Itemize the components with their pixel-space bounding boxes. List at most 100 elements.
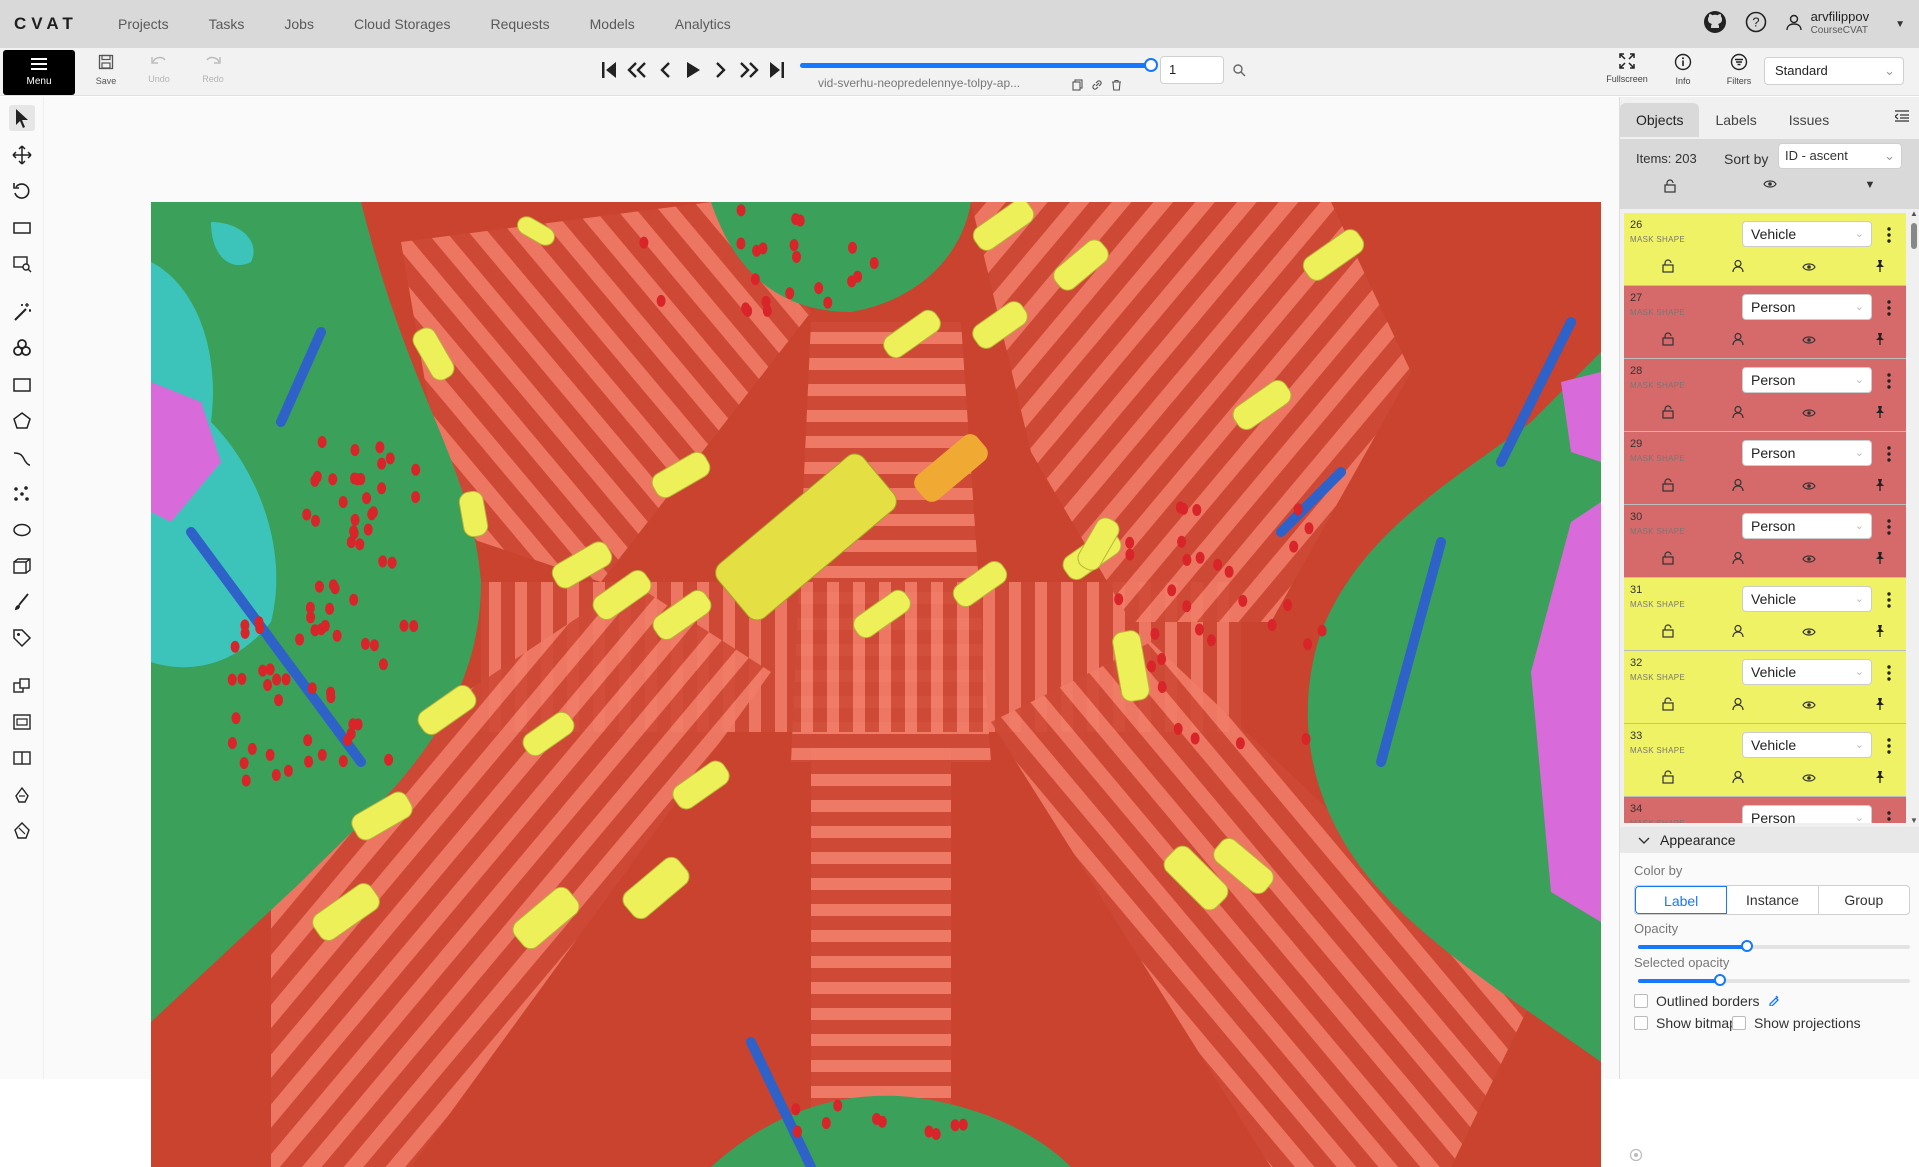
cursor-icon[interactable] (9, 105, 35, 131)
nav-projects[interactable]: Projects (98, 16, 189, 32)
person-mask[interactable] (272, 673, 282, 686)
person-mask[interactable] (791, 1103, 801, 1116)
pin-icon[interactable] (1874, 332, 1886, 351)
nav-cloud-storages[interactable]: Cloud Storages (334, 16, 471, 32)
scroll-down-icon[interactable]: ▼ (1910, 816, 1918, 825)
person-mask[interactable] (1194, 623, 1204, 636)
object-item[interactable]: 26 MASK SHAPE Vehicle ⌄ (1624, 213, 1906, 286)
nav-models[interactable]: Models (570, 16, 655, 32)
person-mask[interactable] (307, 682, 317, 695)
eye-icon[interactable] (1802, 259, 1816, 278)
person-mask[interactable] (1224, 565, 1234, 578)
frame-number-input[interactable]: 1 (1160, 56, 1224, 84)
person-mask[interactable] (743, 305, 753, 317)
lock-icon[interactable] (1662, 551, 1674, 570)
tab-issues[interactable]: Issues (1773, 103, 1845, 137)
person-mask[interactable] (265, 748, 275, 761)
person-mask[interactable] (241, 774, 251, 787)
help-icon[interactable]: ? (1745, 11, 1767, 38)
first-frame-icon[interactable] (598, 57, 620, 83)
person-mask[interactable] (1283, 599, 1293, 611)
person-mask[interactable] (1157, 653, 1167, 665)
join-icon[interactable] (9, 782, 35, 808)
polyline-icon[interactable] (9, 445, 35, 471)
person-mask[interactable] (792, 250, 801, 263)
person-mask[interactable] (314, 580, 324, 593)
tag-icon[interactable] (9, 625, 35, 651)
pin-icon[interactable] (1874, 478, 1886, 497)
pin-icon[interactable] (1874, 405, 1886, 424)
person-mask[interactable] (750, 273, 760, 286)
object-label-select[interactable]: Person ⌄ (1742, 513, 1872, 539)
eye-icon[interactable] (1802, 770, 1816, 789)
person-mask[interactable] (411, 463, 421, 476)
person-mask[interactable] (848, 241, 857, 254)
nav-jobs[interactable]: Jobs (264, 16, 334, 32)
person-mask[interactable] (821, 1117, 831, 1129)
nav-requests[interactable]: Requests (470, 16, 569, 32)
person-mask[interactable] (378, 658, 388, 671)
person-mask[interactable] (312, 470, 322, 483)
person-mask[interactable] (349, 525, 359, 538)
person-mask[interactable] (375, 441, 385, 454)
color-by-instance-option[interactable]: Instance (1727, 886, 1819, 914)
person-mask[interactable] (1182, 553, 1192, 566)
user-icon[interactable] (1732, 259, 1744, 278)
person-mask[interactable] (271, 769, 281, 781)
zoom-region-icon[interactable] (9, 251, 35, 277)
person-mask[interactable] (274, 694, 283, 707)
rotate-icon[interactable] (9, 178, 35, 204)
person-mask[interactable] (326, 691, 336, 704)
color-by-group-option[interactable]: Group (1819, 886, 1909, 914)
copy-icon[interactable] (1072, 78, 1083, 96)
person-mask[interactable] (384, 753, 394, 766)
menu-button[interactable]: Menu (3, 50, 75, 95)
person-mask[interactable] (338, 755, 348, 768)
play-icon[interactable] (682, 57, 704, 83)
object-label-select[interactable]: Vehicle ⌄ (1742, 221, 1872, 247)
cuboid-icon[interactable] (9, 553, 35, 579)
person-mask[interactable] (369, 639, 379, 652)
appearance-header[interactable]: Appearance (1620, 827, 1919, 853)
eye-icon[interactable] (1802, 697, 1816, 716)
more-options-icon[interactable] (1882, 807, 1896, 823)
eye-icon[interactable] (1802, 478, 1816, 497)
person-mask[interactable] (1173, 722, 1183, 735)
fit-image-icon[interactable] (9, 215, 35, 241)
person-mask[interactable] (1301, 733, 1311, 745)
user-menu[interactable]: arvfilippov CourseCVAT ▼ (1785, 10, 1905, 38)
pin-icon[interactable] (1874, 551, 1886, 570)
person-mask[interactable] (931, 1128, 941, 1140)
person-mask[interactable] (353, 473, 362, 486)
person-mask[interactable] (1235, 737, 1245, 750)
link-icon[interactable] (1091, 78, 1103, 96)
more-options-icon[interactable] (1882, 296, 1896, 320)
eye-icon[interactable] (1802, 405, 1816, 424)
person-mask[interactable] (1167, 584, 1177, 597)
selected-opacity-slider[interactable] (1638, 974, 1910, 986)
person-mask[interactable] (869, 257, 879, 269)
person-mask[interactable] (1182, 600, 1192, 613)
person-mask[interactable] (1150, 627, 1160, 640)
person-mask[interactable] (295, 633, 305, 646)
person-mask[interactable] (1147, 660, 1156, 673)
person-mask[interactable] (814, 282, 824, 295)
person-mask[interactable] (239, 757, 249, 769)
person-mask[interactable] (795, 214, 805, 227)
person-mask[interactable] (227, 737, 237, 749)
lock-icon[interactable] (1662, 332, 1674, 351)
slice-icon[interactable] (9, 818, 35, 844)
show-bitmap-checkbox[interactable]: Show bitmap (1634, 1015, 1737, 1031)
person-mask[interactable] (360, 637, 370, 650)
object-item[interactable]: 32 MASK SHAPE Vehicle ⌄ (1624, 651, 1906, 724)
group-icon[interactable] (9, 709, 35, 735)
object-label-select[interactable]: Vehicle ⌄ (1742, 586, 1872, 612)
object-item[interactable]: 30 MASK SHAPE Person ⌄ (1624, 505, 1906, 578)
object-item[interactable]: 27 MASK SHAPE Person ⌄ (1624, 286, 1906, 359)
person-mask[interactable] (958, 1118, 968, 1131)
person-mask[interactable] (378, 555, 388, 568)
person-mask[interactable] (1206, 634, 1216, 647)
person-mask[interactable] (1317, 624, 1327, 637)
eye-all-icon[interactable] (1720, 179, 1820, 193)
more-options-icon[interactable] (1882, 223, 1896, 247)
